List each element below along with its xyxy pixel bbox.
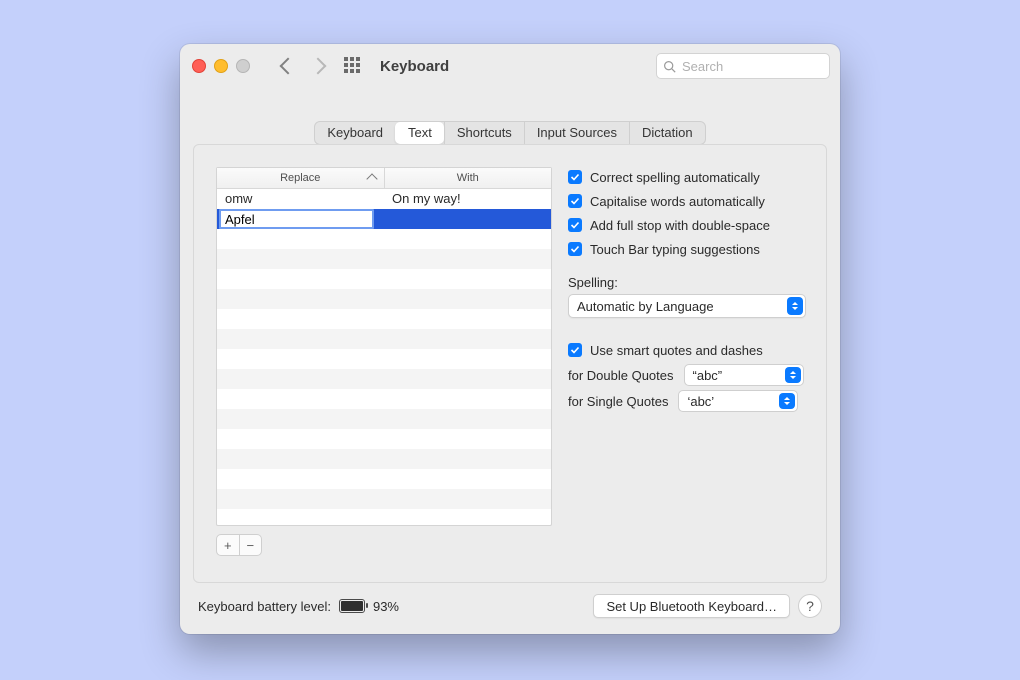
search-field[interactable]	[656, 53, 830, 79]
minimize-icon[interactable]	[214, 59, 228, 73]
table-body: omw On my way!	[217, 189, 551, 525]
updown-arrows-icon	[787, 297, 803, 315]
table-header: Replace With	[217, 168, 551, 189]
nav-arrows	[282, 60, 324, 72]
table-row	[217, 429, 551, 449]
option-label: Add full stop with double-space	[590, 218, 770, 233]
updown-arrows-icon	[785, 367, 801, 383]
setup-bluetooth-label: Set Up Bluetooth Keyboard…	[606, 599, 777, 614]
table-row	[217, 449, 551, 469]
double-quotes-popup[interactable]: “abc”	[684, 364, 804, 386]
option-capitalise-words[interactable]: Capitalise words automatically	[568, 189, 806, 213]
column-replace[interactable]: Replace	[217, 168, 385, 188]
cell-replace-editing[interactable]	[217, 209, 376, 229]
single-quotes-value: ‘abc’	[687, 394, 714, 409]
single-quotes-row: for Single Quotes ‘abc’	[568, 388, 806, 414]
tabs: Keyboard Text Shortcuts Input Sources Di…	[180, 121, 840, 145]
table-row	[217, 469, 551, 489]
table-row	[217, 309, 551, 329]
toolbar: Keyboard	[180, 44, 840, 89]
battery-percent: 93%	[373, 599, 399, 614]
search-input[interactable]	[680, 58, 823, 75]
column-replace-label: Replace	[280, 172, 320, 184]
table-row	[217, 249, 551, 269]
spelling-value: Automatic by Language	[577, 299, 714, 314]
back-button[interactable]	[280, 58, 297, 75]
replacements-table[interactable]: Replace With omw On my way!	[216, 167, 552, 526]
checkbox-icon[interactable]	[568, 218, 582, 232]
option-label: Correct spelling automatically	[590, 170, 760, 185]
content-panel: Replace With omw On my way!	[193, 144, 827, 583]
table-row	[217, 409, 551, 429]
table-row	[217, 389, 551, 409]
setup-bluetooth-button[interactable]: Set Up Bluetooth Keyboard…	[593, 594, 790, 618]
window-controls	[192, 59, 250, 73]
option-smart-quotes[interactable]: Use smart quotes and dashes	[568, 338, 806, 362]
tab-text[interactable]: Text	[395, 122, 444, 144]
remove-button[interactable]: −	[240, 535, 262, 555]
segmented-tabs: Keyboard Text Shortcuts Input Sources Di…	[314, 121, 705, 145]
updown-arrows-icon	[779, 393, 795, 409]
preferences-window: Keyboard Keyboard Text Shortcuts Input S…	[180, 44, 840, 634]
table-row	[217, 509, 551, 525]
footer: Keyboard battery level: 93% Set Up Bluet…	[198, 591, 822, 621]
zoom-icon[interactable]	[236, 59, 250, 73]
tab-keyboard[interactable]: Keyboard	[315, 122, 395, 144]
option-label: Use smart quotes and dashes	[590, 343, 763, 358]
search-icon	[663, 60, 676, 73]
double-quotes-value: “abc”	[693, 368, 723, 383]
options-column: Correct spelling automatically Capitalis…	[552, 145, 826, 582]
replacements-column: Replace With omw On my way!	[194, 145, 552, 582]
table-row	[217, 289, 551, 309]
help-button[interactable]: ?	[798, 594, 822, 618]
option-label: Capitalise words automatically	[590, 194, 765, 209]
add-remove-buttons: + −	[216, 534, 262, 556]
tab-shortcuts[interactable]: Shortcuts	[444, 122, 524, 144]
checkbox-icon[interactable]	[568, 170, 582, 184]
option-double-space-period[interactable]: Add full stop with double-space	[568, 213, 806, 237]
tab-dictation[interactable]: Dictation	[629, 122, 705, 144]
table-row	[217, 489, 551, 509]
column-with-label: With	[457, 172, 479, 184]
sort-chevron-icon	[366, 173, 377, 184]
option-correct-spelling[interactable]: Correct spelling automatically	[568, 165, 806, 189]
single-quotes-popup[interactable]: ‘abc’	[678, 390, 798, 412]
all-prefs-icon[interactable]	[344, 57, 362, 75]
table-row	[217, 369, 551, 389]
battery-label: Keyboard battery level:	[198, 599, 331, 614]
cell-replace[interactable]: omw	[217, 189, 384, 209]
column-with[interactable]: With	[385, 168, 552, 188]
single-quotes-label: for Single Quotes	[568, 394, 668, 409]
table-row[interactable]	[217, 209, 551, 229]
option-label: Touch Bar typing suggestions	[590, 242, 760, 257]
table-row	[217, 229, 551, 249]
cell-with[interactable]	[376, 209, 551, 229]
battery-status: Keyboard battery level: 93%	[198, 599, 399, 614]
checkbox-icon[interactable]	[568, 194, 582, 208]
window-title: Keyboard	[380, 58, 449, 75]
cell-with[interactable]: On my way!	[384, 189, 551, 209]
table-row	[217, 329, 551, 349]
checkbox-icon[interactable]	[568, 343, 582, 357]
option-touch-bar-suggestions[interactable]: Touch Bar typing suggestions	[568, 237, 806, 261]
double-quotes-label: for Double Quotes	[568, 368, 674, 383]
battery-icon	[339, 599, 365, 613]
tab-input-sources[interactable]: Input Sources	[524, 122, 629, 144]
table-row	[217, 269, 551, 289]
table-row[interactable]: omw On my way!	[217, 189, 551, 209]
checkbox-icon[interactable]	[568, 242, 582, 256]
spelling-label: Spelling:	[568, 275, 806, 290]
table-row	[217, 349, 551, 369]
close-icon[interactable]	[192, 59, 206, 73]
replace-input[interactable]	[219, 209, 374, 229]
forward-button	[310, 58, 327, 75]
add-button[interactable]: +	[217, 535, 240, 555]
double-quotes-row: for Double Quotes “abc”	[568, 362, 806, 388]
spelling-popup[interactable]: Automatic by Language	[568, 294, 806, 318]
